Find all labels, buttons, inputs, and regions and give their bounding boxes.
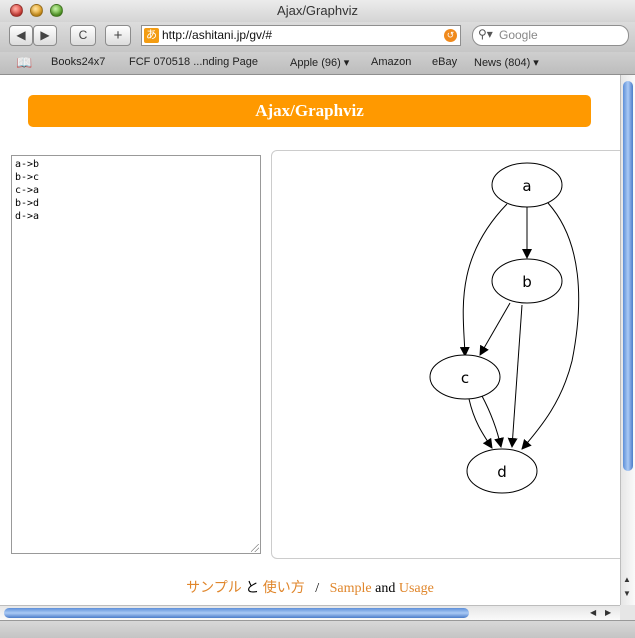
node-b-label: b: [522, 273, 532, 291]
bookmark-news[interactable]: News (804) ▾: [474, 56, 539, 69]
back-arrow-icon: ◀: [16, 28, 26, 42]
scroll-corner: [620, 605, 635, 620]
site-favicon-icon: あ: [144, 28, 159, 43]
vertical-scroll-thumb[interactable]: [623, 81, 633, 471]
usage-en-link[interactable]: Usage: [399, 581, 434, 596]
node-d-label: d: [497, 463, 507, 481]
horizontal-scrollbar[interactable]: ◀ ▶: [0, 605, 620, 620]
scroll-left-arrow-icon[interactable]: ◀: [590, 608, 596, 617]
scroll-down-arrow-icon[interactable]: ▼: [623, 589, 631, 598]
scroll-right-arrow-icon[interactable]: ▶: [605, 608, 611, 617]
page-banner: Ajax/Graphviz: [28, 95, 591, 127]
graph-output-panel: a b c d: [271, 150, 620, 559]
node-a-label: a: [522, 177, 531, 195]
edge-b-d: [507, 304, 523, 448]
sample-en-link[interactable]: Sample: [330, 581, 372, 596]
and-ja-text: と: [245, 581, 260, 596]
title-bar: Ajax/Graphviz: [0, 0, 635, 23]
bookmark-amazon[interactable]: Amazon: [371, 56, 411, 68]
plus-icon: +: [113, 27, 123, 44]
back-button[interactable]: ◀: [9, 25, 33, 46]
page-content: Ajax/Graphviz a->b b->c c->a b->d d->a a…: [0, 75, 620, 605]
url-text[interactable]: http://ashitani.jp/gv/#: [162, 28, 272, 42]
window-bottom-bar: [0, 620, 635, 638]
and-en-text: and: [375, 581, 396, 596]
horizontal-scroll-thumb[interactable]: [4, 608, 469, 618]
search-field[interactable]: ⚲▾ Google: [472, 25, 629, 46]
window-title: Ajax/Graphviz: [277, 3, 358, 18]
add-bookmark-button[interactable]: +: [105, 25, 131, 46]
bookmarks-book-icon[interactable]: 📖: [16, 55, 32, 71]
page-footer: サンプル と 使い方 / Sample and Usage: [0, 577, 620, 597]
graph-svg: a b c d: [429, 162, 580, 494]
edge-c-d-2: [481, 395, 504, 448]
usage-ja-link[interactable]: 使い方: [263, 581, 305, 596]
footer-separator: /: [315, 581, 320, 596]
bookmark-apple[interactable]: Apple (96) ▾: [290, 56, 349, 69]
forward-button[interactable]: ▶: [33, 25, 57, 46]
bookmarks-bar: 📖 Books24x7 FCF 070518 ...nding Page App…: [0, 52, 635, 75]
search-icon[interactable]: ⚲▾: [478, 27, 493, 41]
search-placeholder: Google: [499, 28, 538, 42]
scroll-up-arrow-icon[interactable]: ▲: [623, 575, 631, 584]
edge-b-c: [479, 302, 511, 356]
browser-toolbar: ◀ ▶ C + あ http://ashitani.jp/gv/# ↺ ⚲▾ G…: [0, 22, 635, 52]
snapback-icon[interactable]: ↺: [444, 29, 457, 42]
reload-icon: C: [78, 28, 88, 42]
samples-ja-link[interactable]: サンプル: [186, 581, 242, 596]
graph-source-textarea[interactable]: a->b b->c c->a b->d d->a: [11, 155, 261, 554]
bookmark-ebay[interactable]: eBay: [432, 56, 457, 68]
reload-button[interactable]: C: [70, 25, 96, 46]
node-c-label: c: [461, 369, 469, 387]
bookmark-books24x7[interactable]: Books24x7: [51, 56, 105, 68]
vertical-scrollbar[interactable]: ▲ ▼: [620, 75, 635, 605]
edge-c-d-1: [468, 398, 493, 449]
bookmark-fcf[interactable]: FCF 070518 ...nding Page: [129, 56, 258, 68]
address-bar[interactable]: あ http://ashitani.jp/gv/# ↺: [141, 25, 461, 46]
edge-d-a: [521, 202, 580, 450]
resize-grip-icon[interactable]: [251, 544, 260, 553]
forward-arrow-icon: ▶: [40, 28, 50, 42]
